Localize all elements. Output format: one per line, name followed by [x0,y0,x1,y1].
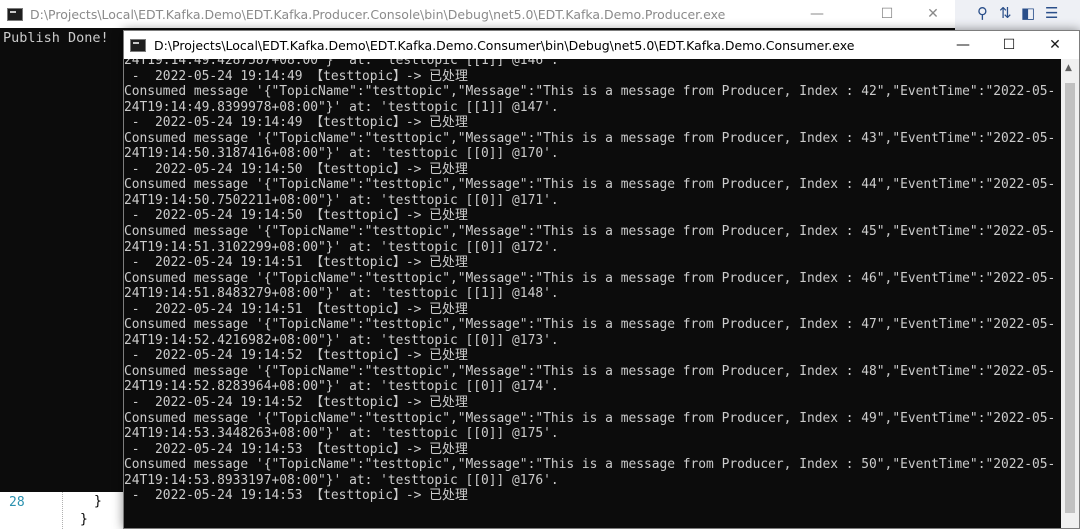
console-line: Consumed message '{"TopicName":"testtopi… [124,363,1056,379]
consumer-maximize-button[interactable]: ☐ [986,31,1032,59]
console-line: 24T19:14:49.4287587+08:00"}' at: 'testto… [124,59,559,68]
console-line: Consumed message '{"TopicName":"testtopi… [124,457,1056,473]
code-brace: } [94,494,102,509]
consumer-titlebar[interactable]: D:\Projects\Local\EDT.Kafka.Demo\EDT.Kaf… [124,31,1079,59]
console-line: - 2022-05-24 19:14:49 【testtopic】-> 已处理 [124,115,468,131]
console-line: Consumed message '{"TopicName":"testtopi… [124,84,1056,100]
code-editor-gutter: 28 } } [0,492,124,529]
console-app-icon [130,38,146,52]
console-line: 24T19:14:50.7502211+08:00"}' at: 'testto… [124,192,559,208]
consumer-close-button[interactable]: ✕ [1032,31,1078,59]
console-line: Consumed message '{"TopicName":"testtopi… [124,130,1056,146]
producer-minimize-button[interactable]: — [794,0,840,28]
console-line: - 2022-05-24 19:14:49 【testtopic】-> 已处理 [124,68,468,84]
console-line: 24T19:14:52.8283964+08:00"}' at: 'testto… [124,379,559,395]
console-line: 24T19:14:51.8483279+08:00"}' at: 'testto… [124,286,559,302]
console-line: 24T19:14:53.3448263+08:00"}' at: 'testto… [124,426,559,442]
consumer-console[interactable]: 24T19:14:49.4287587+08:00"}' at: 'testto… [124,59,1061,528]
code-brace: } [80,512,88,527]
console-line: 24T19:14:53.8933197+08:00"}' at: 'testto… [124,472,559,488]
console-line: - 2022-05-24 19:14:53 【testtopic】-> 已处理 [124,441,468,457]
producer-close-button[interactable]: ✕ [910,0,956,28]
console-line: - 2022-05-24 19:14:50 【testtopic】-> 已处理 [124,208,468,224]
console-line: Consumed message '{"TopicName":"testtopi… [124,317,1056,333]
console-line: - 2022-05-24 19:14:52 【testtopic】-> 已处理 [124,395,468,411]
consumer-minimize-button[interactable]: — [940,31,986,59]
console-app-icon [7,7,23,21]
console-output: 24T19:14:49.4287587+08:00"}' at: 'testto… [124,59,1061,504]
console-scrollbar[interactable]: ▲ [1061,59,1079,528]
console-line: Consumed message '{"TopicName":"testtopi… [124,177,1056,193]
indent-guide [62,492,63,529]
console-line: - 2022-05-24 19:14:52 【testtopic】-> 已处理 [124,348,468,364]
consumer-window[interactable]: D:\Projects\Local\EDT.Kafka.Demo\EDT.Kaf… [123,30,1080,529]
consumer-window-title: D:\Projects\Local\EDT.Kafka.Demo\EDT.Kaf… [154,37,855,53]
console-scroll-thumb[interactable] [1065,83,1075,513]
console-line: - 2022-05-24 19:14:51 【testtopic】-> 已处理 [124,301,468,317]
console-line: Consumed message '{"TopicName":"testtopi… [124,270,1056,286]
console-line: - 2022-05-24 19:14:51 【testtopic】-> 已处理 [124,255,468,271]
view-icon[interactable]: ◧ [1021,4,1035,22]
list-icon[interactable]: ☰ [1045,4,1058,22]
producer-window-title: D:\Projects\Local\EDT.Kafka.Demo\EDT.Kaf… [30,6,726,22]
scroll-up-arrow-icon[interactable]: ▲ [1065,63,1072,73]
console-line: - 2022-05-24 19:14:53 【testtopic】-> 已处理 [124,488,468,504]
console-line: 24T19:14:52.4216982+08:00"}' at: 'testto… [124,332,559,348]
producer-maximize-button[interactable]: ☐ [864,0,910,28]
producer-output-line: Publish Done! [3,30,109,46]
console-line: Consumed message '{"TopicName":"testtopi… [124,224,1056,240]
line-number: 28 [9,495,25,510]
console-line: 24T19:14:49.8399978+08:00"}' at: 'testto… [124,99,559,115]
console-line: 24T19:14:51.3102299+08:00"}' at: 'testto… [124,239,559,255]
console-line: - 2022-05-24 19:14:50 【testtopic】-> 已处理 [124,161,468,177]
console-line: Consumed message '{"TopicName":"testtopi… [124,410,1056,426]
sort-icon[interactable]: ⇅ [999,4,1012,22]
console-line: 24T19:14:50.3187416+08:00"}' at: 'testto… [124,146,559,162]
pin-icon[interactable]: ⚲ [977,4,988,22]
